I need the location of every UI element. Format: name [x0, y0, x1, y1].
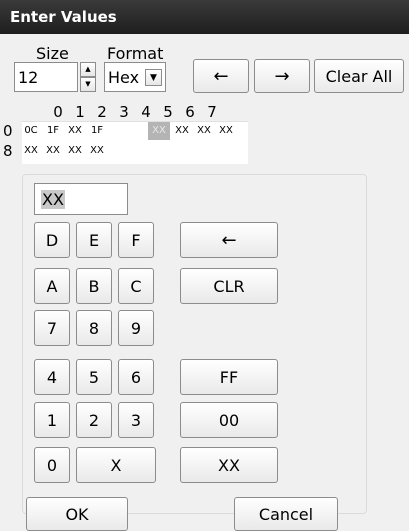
format-label: Format: [107, 44, 164, 63]
ff-button[interactable]: FF: [180, 359, 278, 395]
size-label: Size: [36, 44, 69, 63]
col-header-3: 3: [119, 103, 129, 121]
key-5-button[interactable]: 5: [76, 359, 112, 395]
chevron-down-icon[interactable]: ▼: [145, 69, 162, 86]
hex-cell-4-selected[interactable]: XX: [148, 122, 170, 140]
key-x-button[interactable]: X: [76, 447, 156, 483]
key-1-button[interactable]: 1: [34, 402, 70, 438]
hex-cell-5[interactable]: XX: [171, 125, 193, 136]
format-select[interactable]: Hex ▼: [104, 62, 166, 92]
hex-cell-10[interactable]: XX: [64, 145, 86, 156]
key-0-button[interactable]: 0: [34, 447, 70, 483]
row-header-8: 8: [3, 142, 13, 160]
keypad-display-value: XX: [41, 189, 65, 209]
key-f-button[interactable]: F: [118, 222, 154, 258]
col-header-6: 6: [185, 103, 195, 121]
key-4-button[interactable]: 4: [34, 359, 70, 395]
move-left-button[interactable]: ←: [193, 59, 249, 93]
key-8-button[interactable]: 8: [76, 310, 112, 346]
clr-button[interactable]: CLR: [180, 268, 278, 304]
hex-cell-3[interactable]: 1F: [86, 125, 108, 136]
cancel-button[interactable]: Cancel: [234, 497, 338, 531]
spin-up-icon[interactable]: ▲: [80, 62, 96, 77]
hex-cell-1[interactable]: 1F: [42, 125, 64, 136]
move-right-button[interactable]: →: [254, 59, 310, 93]
spin-down-icon[interactable]: ▼: [80, 77, 96, 92]
hex-cell-11[interactable]: XX: [86, 145, 108, 156]
hex-cell-7[interactable]: XX: [215, 125, 237, 136]
hex-cell-8[interactable]: XX: [20, 145, 42, 156]
key-7-button[interactable]: 7: [34, 310, 70, 346]
col-header-7: 7: [207, 103, 217, 121]
row-header-0: 0: [3, 122, 13, 140]
key-3-button[interactable]: 3: [118, 402, 154, 438]
backspace-button[interactable]: ←: [180, 222, 278, 258]
key-a-button[interactable]: A: [34, 268, 70, 304]
col-header-1: 1: [75, 103, 85, 121]
format-value: Hex: [108, 67, 140, 87]
size-input[interactable]: 12: [14, 62, 78, 92]
window-title: Enter Values: [0, 0, 409, 34]
key-6-button[interactable]: 6: [118, 359, 154, 395]
00-button[interactable]: 00: [180, 402, 278, 438]
key-e-button[interactable]: E: [76, 222, 112, 258]
col-header-4: 4: [141, 103, 151, 121]
key-2-button[interactable]: 2: [76, 402, 112, 438]
hex-cell-0[interactable]: 0C: [20, 125, 42, 136]
keypad-display[interactable]: XX: [34, 183, 128, 215]
clear-all-button[interactable]: Clear All: [314, 59, 404, 93]
col-header-0: 0: [53, 103, 63, 121]
key-b-button[interactable]: B: [76, 268, 112, 304]
hex-cell-6[interactable]: XX: [193, 125, 215, 136]
xx-button[interactable]: XX: [180, 447, 278, 483]
hex-cell-2[interactable]: XX: [64, 125, 86, 136]
key-c-button[interactable]: C: [118, 268, 154, 304]
ok-button[interactable]: OK: [26, 497, 128, 531]
key-d-button[interactable]: D: [34, 222, 70, 258]
col-header-5: 5: [163, 103, 173, 121]
hex-cell-9[interactable]: XX: [42, 145, 64, 156]
col-header-2: 2: [97, 103, 107, 121]
key-9-button[interactable]: 9: [118, 310, 154, 346]
size-spinner[interactable]: ▲ ▼: [80, 62, 96, 92]
